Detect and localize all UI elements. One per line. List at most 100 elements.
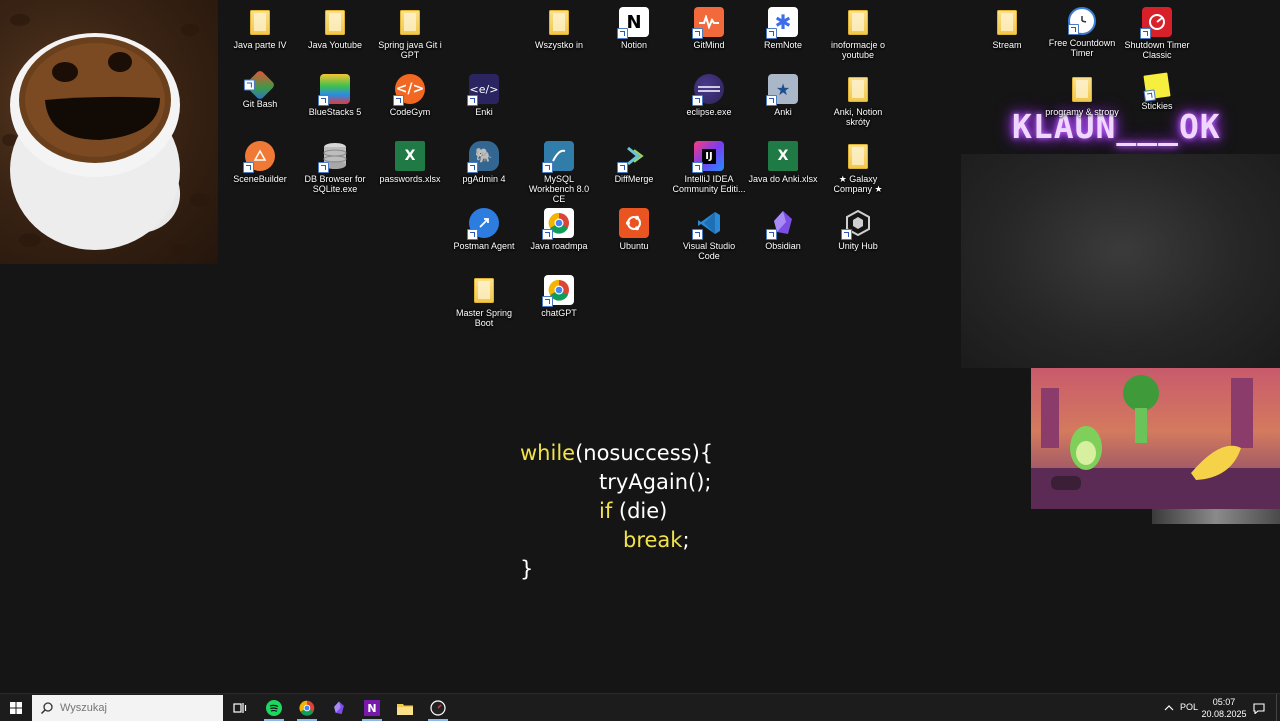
- desktop-icon-vscode[interactable]: Visual Studio Code: [672, 208, 746, 261]
- desktop-icon-master-spring-boot[interactable]: Master Spring Boot: [447, 275, 521, 328]
- task-view-button[interactable]: [224, 695, 256, 721]
- shortcut-arrow-icon: [243, 79, 255, 91]
- icon-label: passwords.xlsx: [379, 174, 441, 184]
- taskbar-app-clock[interactable]: [422, 695, 454, 721]
- desktop-icon-intellij[interactable]: IJ IntelliJ IDEA Community Editi...: [672, 141, 746, 194]
- icon-label: SceneBuilder: [233, 174, 287, 184]
- desktop-icon-postman-agent[interactable]: Postman Agent: [447, 208, 521, 251]
- desktop-icon-remnote[interactable]: ✱ RemNote: [746, 7, 820, 50]
- desktop-icon-shutdown-timer[interactable]: Shutdown Timer Classic: [1120, 7, 1194, 60]
- icon-label: Visual Studio Code: [682, 241, 736, 261]
- gitmind-icon: [692, 7, 724, 39]
- chevron-up-icon: [1164, 705, 1174, 711]
- desktop-icon-pgadmin[interactable]: 🐘 pgAdmin 4: [447, 141, 521, 184]
- taskbar-app-file-explorer[interactable]: [389, 695, 421, 721]
- icon-label: GitMind: [693, 40, 725, 50]
- icon-label: ★ Galaxy Company ★: [833, 174, 883, 194]
- notification-icon: [1253, 702, 1265, 714]
- folder-icon: [245, 7, 275, 37]
- desktop-icon-java-parte-iv[interactable]: Java parte IV: [223, 7, 297, 50]
- enki-icon: <e/>: [467, 74, 499, 106]
- chrome-icon: [542, 208, 574, 240]
- taskbar-search-box[interactable]: [32, 695, 223, 721]
- onenote-icon: N: [364, 700, 380, 716]
- taskbar-app-spotify[interactable]: [258, 695, 290, 721]
- desktop-icon-anki-notion-skroty[interactable]: Anki, Notion skróty: [821, 74, 895, 127]
- desktop-icon-bluestacks[interactable]: BlueStacks 5: [298, 74, 372, 117]
- clock-date[interactable]: 20.08.2025: [1200, 709, 1248, 719]
- desktop-icon-passwords-xlsx[interactable]: X passwords.xlsx: [373, 141, 447, 184]
- code-text: (die): [612, 499, 668, 523]
- taskbar: N POL 05:07 20.08.2025: [0, 693, 1280, 721]
- icon-label: Stickies: [1141, 101, 1173, 111]
- taskbar-app-chrome[interactable]: [291, 695, 323, 721]
- code-text: }: [520, 557, 534, 581]
- folder-icon: [843, 74, 873, 104]
- icon-label: chatGPT: [541, 308, 577, 318]
- desktop-icon-codegym[interactable]: </> CodeGym: [373, 74, 447, 117]
- icon-label: eclipse.exe: [686, 107, 732, 117]
- taskbar-app-onenote[interactable]: N: [356, 695, 388, 721]
- desktop-icon-spring-java-git[interactable]: Spring java Git i GPT: [373, 7, 447, 60]
- desktop-icon-mysql-workbench[interactable]: MySQL Workbench 8.0 CE: [522, 141, 596, 204]
- sticky-note-icon: [1143, 72, 1171, 102]
- desktop-icon-obsidian[interactable]: Obsidian: [746, 208, 820, 251]
- icon-label: Java parte IV: [233, 40, 287, 50]
- notion-icon: N: [617, 7, 649, 39]
- shortcut-arrow-icon: [467, 162, 478, 173]
- desktop-icon-db-browser-sqlite[interactable]: DB Browser for SQLite.exe: [298, 141, 372, 194]
- shortcut-arrow-icon: [766, 229, 777, 240]
- desktop-icon-stream[interactable]: Stream: [970, 7, 1044, 50]
- vscode-icon: [692, 208, 724, 240]
- icon-label: Master Spring Boot: [455, 308, 513, 328]
- desktop-icon-free-countdown-timer[interactable]: Free Countdown Timer: [1045, 7, 1119, 58]
- desktop-icon-notion[interactable]: N Notion: [597, 7, 671, 50]
- desktop-icon-inoformacje-youtube[interactable]: inoformacje o youtube: [821, 7, 895, 60]
- shortcut-arrow-icon: [393, 95, 404, 106]
- show-hidden-icons-button[interactable]: [1160, 695, 1178, 721]
- desktop-icon-ubuntu[interactable]: Ubuntu: [597, 208, 671, 251]
- code-keyword: while: [520, 441, 576, 465]
- icon-label: RemNote: [763, 40, 802, 50]
- desktop-icon-java-youtube[interactable]: Java Youtube: [298, 7, 372, 50]
- desktop-icon-unity-hub[interactable]: Unity Hub: [821, 208, 895, 251]
- folder-icon: [843, 141, 873, 171]
- desktop-icon-anki[interactable]: ★ Anki: [746, 74, 820, 117]
- codegym-icon: </>: [393, 74, 425, 106]
- shortcut-arrow-icon: [318, 95, 329, 106]
- desktop-icon-enki[interactable]: <e/> Enki: [447, 74, 521, 117]
- start-button[interactable]: [0, 694, 32, 721]
- desktop-icon-chatgpt[interactable]: chatGPT: [522, 275, 596, 318]
- desktop-icon-java-do-anki-xlsx[interactable]: X Java do Anki.xlsx: [746, 141, 820, 184]
- notifications-button[interactable]: [1248, 695, 1270, 721]
- icon-label: Wszystko in: [534, 40, 583, 50]
- desktop-icon-diffmerge[interactable]: DiffMerge: [597, 141, 671, 184]
- clock-time[interactable]: 05:07: [1200, 697, 1248, 707]
- scenebuilder-icon: [243, 141, 275, 173]
- desktop-icon-stickies[interactable]: Stickies: [1120, 72, 1194, 111]
- obsidian-icon: [334, 701, 344, 714]
- image-strip: [1152, 509, 1280, 524]
- desktop-icon-gitmind[interactable]: GitMind: [672, 7, 746, 50]
- desktop-icon-wszystko-in[interactable]: Wszystko in: [522, 7, 596, 50]
- show-desktop-button[interactable]: [1276, 694, 1280, 721]
- taskbar-app-obsidian[interactable]: [323, 695, 355, 721]
- code-line: }: [520, 557, 533, 581]
- code-keyword: break: [623, 528, 683, 552]
- icon-label: Notion: [620, 40, 647, 50]
- desktop-icon-java-roadmpa[interactable]: Java roadmpa: [522, 208, 596, 251]
- code-line: tryAgain();: [599, 470, 711, 494]
- desktop-icon-scenebuilder[interactable]: SceneBuilder: [223, 141, 297, 184]
- desktop-icon-eclipse[interactable]: eclipse.exe: [672, 74, 746, 117]
- desktop-icon-galaxy-company[interactable]: ★ Galaxy Company ★: [821, 141, 895, 194]
- input-language-indicator[interactable]: POL: [1179, 702, 1199, 712]
- icon-label: Java Youtube: [307, 40, 363, 50]
- shortcut-arrow-icon: [841, 229, 852, 240]
- desktop-icon-programy-strony[interactable]: programy & strony: [1045, 74, 1119, 117]
- search-input[interactable]: [58, 701, 212, 715]
- wallpaper-code-snippet: while(nosuccess){ tryAgain(); if (die) b…: [520, 441, 780, 591]
- desktop-icon-git-bash[interactable]: Git Bash: [223, 69, 297, 109]
- folder-icon: [397, 703, 413, 715]
- icon-label: CodeGym: [389, 107, 431, 117]
- excel-icon: X: [395, 141, 425, 171]
